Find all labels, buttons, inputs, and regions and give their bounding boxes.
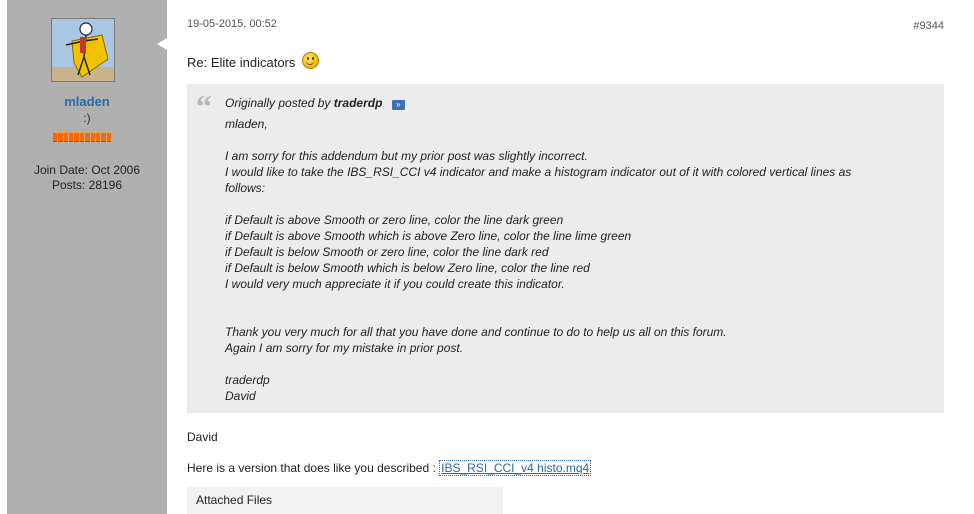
post-signature: David <box>187 430 218 444</box>
quote-prefix: Originally posted by <box>225 96 331 110</box>
quote-line: if Default is above Smooth which is abov… <box>225 229 632 243</box>
quote-line: I am sorry for this addendum but my prio… <box>225 149 588 163</box>
quote-line: mladen, <box>225 117 268 131</box>
version-text: Here is a version that does like you des… <box>187 461 436 475</box>
quote-line <box>225 132 935 148</box>
view-post-icon[interactable]: » <box>391 100 405 110</box>
attachment-link[interactable]: IBS_RSI_CCI_v4 histo.mq4 <box>439 460 592 476</box>
quote-line: follows: <box>225 181 266 195</box>
quote-line: traderdp <box>225 373 270 387</box>
forum-post: mladen :) Join Date: Oct 2006 Posts: 281… <box>0 0 974 514</box>
post-title: Re: Elite indicators <box>187 52 320 70</box>
post-pointer-arrow <box>157 38 167 50</box>
quote-header: Originally posted by traderdp » <box>225 96 405 110</box>
user-stats: Join Date: Oct 2006 Posts: 28196 <box>7 163 167 193</box>
smile-icon <box>302 52 320 69</box>
quote-line <box>225 308 935 324</box>
quote-line <box>225 196 935 212</box>
post-number-link[interactable]: #9344 <box>913 20 944 32</box>
join-date: Join Date: Oct 2006 <box>33 163 141 177</box>
quote-icon: “ <box>196 88 212 124</box>
quote-line <box>225 292 935 308</box>
attached-files-label: Attached Files <box>196 493 273 507</box>
attached-files-box: Attached Files <box>187 487 503 514</box>
quote-line: if Default is above Smooth or zero line,… <box>225 213 564 227</box>
quote-line: if Default is below Smooth which is belo… <box>225 261 590 275</box>
reputation-bar <box>53 132 111 142</box>
username-link[interactable]: mladen <box>7 94 167 109</box>
quote-line: Thank you very much for all that you hav… <box>225 325 727 339</box>
avatar-image <box>52 19 114 81</box>
post-title-text: Re: Elite indicators <box>187 55 296 70</box>
quote-author: traderdp <box>333 96 383 110</box>
quote-line: if Default is below Smooth or zero line,… <box>225 245 549 259</box>
quote-line: I would very much appreciate it if you c… <box>225 277 565 291</box>
quote-line: David <box>225 389 256 403</box>
quote-block: “ Originally posted by traderdp » mladen… <box>187 84 944 413</box>
quote-line: Again I am sorry for my mistake in prior… <box>225 341 464 355</box>
post-count: Posts: 28196 <box>51 178 123 192</box>
post-date: 19-05-2015, 00:52 <box>187 18 277 30</box>
quote-line <box>225 356 935 372</box>
quote-body: mladen, I am sorry for this addendum but … <box>225 116 935 404</box>
version-line: Here is a version that does like you des… <box>187 460 592 476</box>
quote-line: I would like to take the IBS_RSI_CCI v4 … <box>225 165 852 179</box>
user-title: :) <box>83 111 91 125</box>
user-info-column: mladen :) Join Date: Oct 2006 Posts: 281… <box>7 0 167 514</box>
avatar[interactable] <box>51 18 115 82</box>
